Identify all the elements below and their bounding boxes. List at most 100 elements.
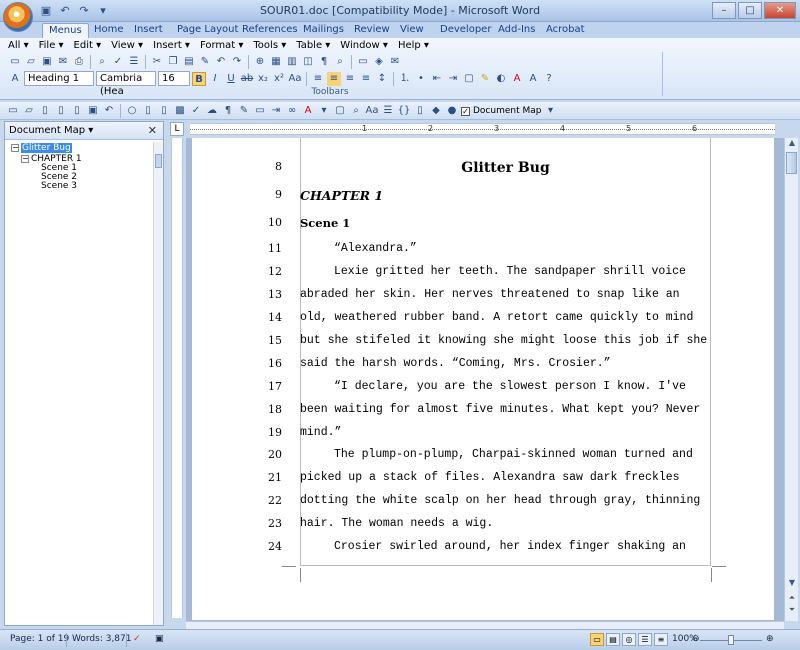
scroll-up-icon[interactable]: ▲ (785, 138, 799, 150)
more-icon[interactable]: ▾ (543, 104, 557, 118)
menu-window[interactable]: Window ▾ (340, 40, 388, 51)
document-map-title[interactable]: Document Map (9, 125, 85, 136)
line-text[interactable]: Crosier swirled around, her index finger… (300, 540, 720, 553)
menu-tools[interactable]: Tools ▾ (253, 40, 286, 51)
minimize-button[interactable]: – (712, 2, 736, 19)
permission-icon[interactable]: ✉ (56, 55, 70, 69)
find-icon[interactable]: ⌕ (349, 104, 363, 118)
columns-icon[interactable]: ▥ (285, 55, 299, 69)
save2-icon[interactable]: ▣ (86, 104, 100, 118)
scroll-thumb[interactable] (786, 152, 797, 174)
doc-icon[interactable]: ▯ (141, 104, 155, 118)
help-icon[interactable]: ? (542, 72, 556, 86)
numbering-icon[interactable]: ⒈ (398, 72, 412, 86)
line-text[interactable]: said the harsh words. “Coming, Mrs. Cros… (300, 357, 720, 370)
align-right-icon[interactable]: ≡ (343, 72, 357, 86)
grow-font-icon[interactable]: A (526, 72, 540, 86)
increase-indent-icon[interactable]: ⇥ (446, 72, 460, 86)
zoom-icon[interactable]: ⌕ (333, 55, 347, 69)
underline-icon[interactable]: U (224, 72, 238, 86)
line-text[interactable]: been waiting for almost five minutes. Wh… (300, 403, 720, 416)
styles-pane-icon[interactable]: A (8, 72, 22, 86)
macro-icon[interactable]: ▣ (155, 634, 164, 644)
list2-icon[interactable]: ☰ (381, 104, 395, 118)
frame-icon[interactable]: ▭ (253, 104, 267, 118)
horizontal-scrollbar[interactable] (186, 621, 784, 629)
line-text[interactable]: mind.” (300, 426, 720, 439)
scroll-thumb[interactable] (155, 154, 162, 168)
tab-review[interactable]: Review (348, 23, 396, 38)
zoom-slider-handle[interactable] (728, 635, 734, 645)
decrease-indent-icon[interactable]: ⇤ (430, 72, 444, 86)
vertical-scrollbar[interactable]: ▲ ▼ ⏶ ⏷ (784, 138, 798, 621)
open-icon[interactable]: ▱ (24, 55, 38, 69)
document-map-toggle[interactable]: ✓ Document Map (461, 106, 541, 116)
envelope-icon[interactable]: ✉ (388, 55, 402, 69)
down-icon[interactable]: ▾ (317, 104, 331, 118)
print-layout-view-button[interactable]: ▭ (590, 633, 604, 646)
full-screen-view-button[interactable]: ▤ (606, 633, 620, 646)
menu-edit[interactable]: Edit ▾ (74, 40, 102, 51)
font-size-select[interactable]: 16 (158, 71, 190, 86)
outline-view-button[interactable]: ☰ (638, 633, 652, 646)
paste-icon[interactable]: ▤ (182, 55, 196, 69)
style-select[interactable]: Heading 1 (24, 71, 94, 86)
border2-icon[interactable]: ▢ (333, 104, 347, 118)
horizontal-ruler[interactable]: 1 2 3 4 5 6 (190, 123, 775, 135)
change-case-icon[interactable]: Aa (288, 72, 302, 86)
font-color2-icon[interactable]: A (301, 104, 315, 118)
align-left-icon[interactable]: ≡ (311, 72, 325, 86)
highlight-icon[interactable]: ✎ (478, 72, 492, 86)
line-text[interactable]: Lexie gritted her teeth. The sandpaper s… (300, 265, 720, 278)
save-icon[interactable]: ▣ (40, 55, 54, 69)
menu-file[interactable]: File ▾ (39, 40, 64, 51)
document-page[interactable]: 8 Glitter Bug 9 CHAPTER 1 10 Scene 1 11 “Alexan… (192, 138, 774, 620)
spelling-icon[interactable]: ✓ (111, 55, 125, 69)
open-folder-icon[interactable]: ▱ (22, 104, 36, 118)
tab-mailings[interactable]: Mailings (297, 23, 350, 38)
tab-selector[interactable]: L (170, 122, 184, 136)
print-preview-icon[interactable]: ⌕ (95, 55, 109, 69)
collapse-icon[interactable]: − (21, 155, 29, 163)
chess-icon[interactable]: ▩ (173, 104, 187, 118)
line-text[interactable]: “I declare, you are the slowest person I… (300, 380, 720, 393)
line-text[interactable]: abraded her skin. Her nerves threatened … (300, 288, 720, 301)
line-text[interactable]: but she stifeled it knowing she might lo… (300, 334, 720, 347)
document-map-scrollbar[interactable] (153, 142, 163, 625)
indent2-icon[interactable]: ⇥ (269, 104, 283, 118)
line-text[interactable]: dotting the white scalp on her head thro… (300, 494, 720, 507)
proofing-icon[interactable]: ✓ (133, 634, 141, 644)
strikethrough-icon[interactable]: ab (240, 72, 254, 86)
print-icon[interactable]: ⎙ (72, 55, 86, 69)
new-doc-icon[interactable]: ▭ (6, 104, 20, 118)
word-count[interactable]: Words: 3,871 (72, 634, 131, 644)
font-color-icon[interactable]: A (510, 72, 524, 86)
menu-table[interactable]: Table ▾ (296, 40, 330, 51)
menu-view[interactable]: View ▾ (111, 40, 143, 51)
folder-icon[interactable]: ▭ (356, 55, 370, 69)
bold-icon[interactable]: B (192, 71, 206, 86)
field-icon[interactable]: {} (397, 104, 411, 118)
tree-node-scene-3[interactable]: Scene 3 (41, 181, 77, 191)
format-painter-icon[interactable]: ✎ (198, 55, 212, 69)
zoom-out-icon[interactable]: ⊖ (692, 634, 700, 644)
zoom-in-icon[interactable]: ⊕ (766, 634, 774, 644)
spell2-icon[interactable]: ✓ (189, 104, 203, 118)
line-text[interactable]: “Alexandra.” (300, 242, 720, 255)
maximize-button[interactable]: □ (738, 2, 762, 19)
font-dialog-icon[interactable]: Aa (365, 104, 379, 118)
new-icon[interactable]: ▭ (8, 55, 22, 69)
doc3-icon[interactable]: ▯ (413, 104, 427, 118)
symbol-icon[interactable]: ∞ (285, 104, 299, 118)
page2-icon[interactable]: ▯ (54, 104, 68, 118)
collapse-icon[interactable]: − (11, 144, 19, 152)
line-text[interactable]: CHAPTER 1 (300, 188, 720, 203)
tree-node-root[interactable]: − Glitter Bug (11, 143, 72, 153)
hyperlink-icon[interactable]: ⊕ (253, 55, 267, 69)
drawing-icon[interactable]: ◫ (301, 55, 315, 69)
tab-home[interactable]: Home (88, 23, 130, 38)
drop-icon[interactable]: ◆ (429, 104, 443, 118)
line-text[interactable]: old, weathered rubber band. A retort cam… (300, 311, 720, 324)
line-text[interactable]: Glitter Bug (300, 160, 711, 176)
office-button[interactable] (3, 2, 33, 32)
